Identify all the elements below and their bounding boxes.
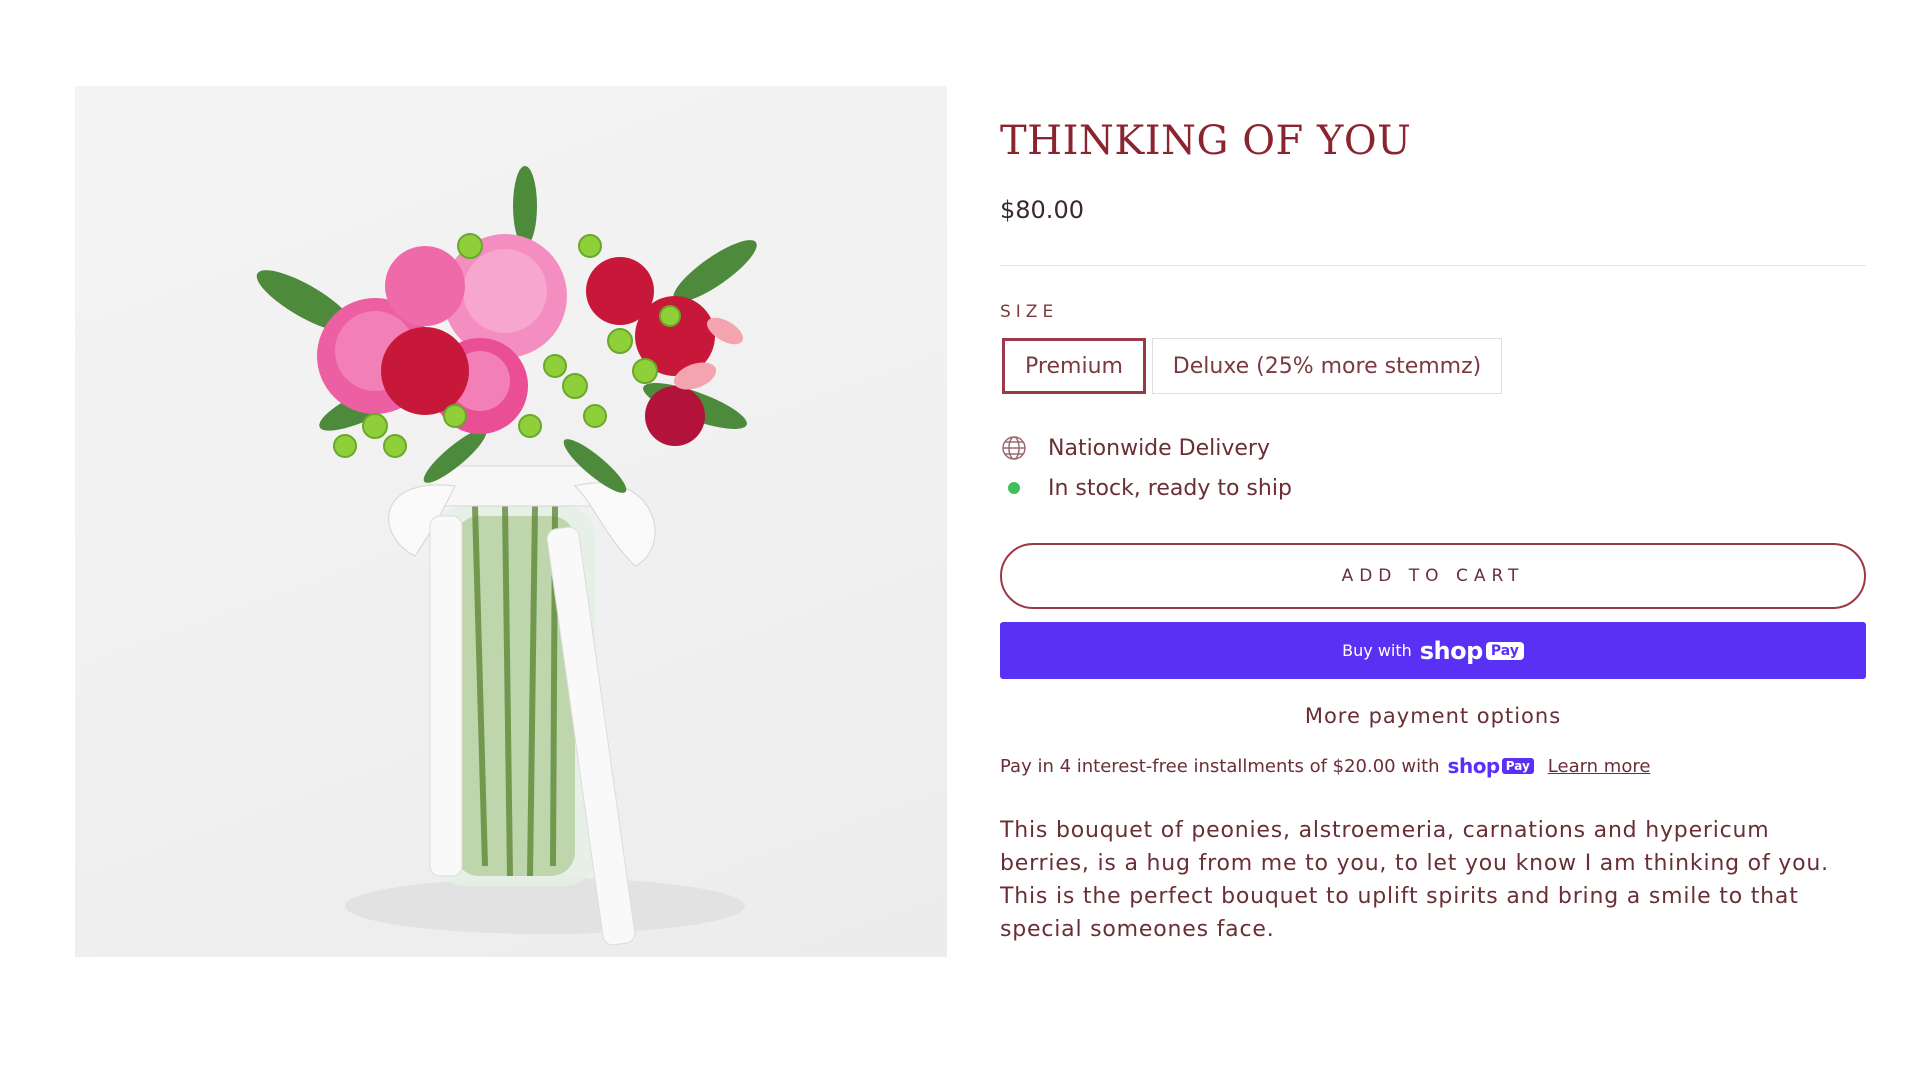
size-option-premium[interactable]: Premium: [1002, 338, 1146, 394]
in-stock-dot-icon: [1000, 474, 1028, 502]
shop-pay-prefix: Buy with: [1342, 641, 1412, 660]
shop-pay-pill: Pay: [1485, 641, 1524, 660]
divider: [1000, 265, 1866, 266]
product-title: THINKING OF YOU: [1000, 118, 1412, 164]
learn-more-link[interactable]: Learn more: [1548, 756, 1651, 777]
bouquet-illustration: [256, 166, 757, 946]
installments-text: Pay in 4 interest-free installments of $…: [1000, 755, 1440, 777]
product-info: THINKING OF YOU $80.00 SIZE Premium Delu…: [1000, 0, 1866, 1080]
stock-info: In stock, ready to ship: [1000, 474, 1292, 502]
shop-pay-mini-pill: Pay: [1501, 758, 1534, 774]
size-label: SIZE: [1000, 302, 1059, 322]
product-image: [75, 86, 947, 957]
shop-pay-mini-logo: shop: [1447, 754, 1501, 778]
product-price: $80.00: [1000, 196, 1084, 224]
product-description: This bouquet of peonies, alstroemeria, c…: [1000, 818, 1829, 942]
shop-pay-button[interactable]: Buy with shop Pay: [1000, 622, 1866, 679]
size-option-deluxe[interactable]: Deluxe (25% more stemmz): [1152, 338, 1502, 394]
stock-text: In stock, ready to ship: [1048, 475, 1292, 501]
shop-pay-logo: shop: [1419, 636, 1484, 665]
add-to-cart-button[interactable]: ADD TO CART: [1000, 543, 1866, 609]
delivery-text: Nationwide Delivery: [1048, 435, 1270, 461]
globe-icon: [1000, 434, 1028, 462]
more-payment-options-link[interactable]: More payment options: [1000, 704, 1866, 728]
installments-banner: Pay in 4 interest-free installments of $…: [1000, 754, 1650, 778]
delivery-info: Nationwide Delivery: [1000, 434, 1270, 462]
